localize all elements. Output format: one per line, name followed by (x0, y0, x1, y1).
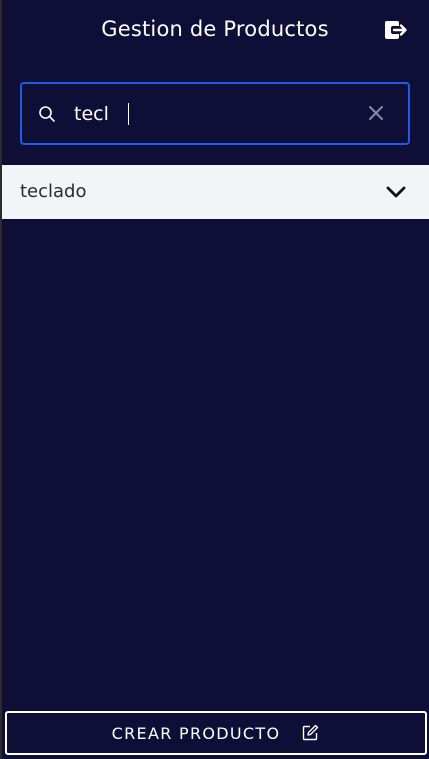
list-item[interactable]: teclado (2, 165, 429, 219)
page-title: Gestion de Productos (101, 17, 329, 41)
search-input[interactable] (74, 99, 344, 129)
close-icon (368, 105, 384, 125)
list-item-label: teclado (20, 181, 87, 202)
logout-icon (384, 19, 408, 45)
clear-search-button[interactable] (365, 104, 387, 126)
app-container: Gestion de Productos tecl teclado CREAR … (2, 0, 429, 759)
edit-icon (300, 723, 320, 743)
create-product-label: CREAR PRODUCTO (111, 723, 281, 743)
text-caret (128, 103, 129, 125)
create-product-button[interactable]: CREAR PRODUCTO (5, 711, 427, 755)
header: Gestion de Productos (2, 0, 429, 64)
chevron-down-icon[interactable] (384, 181, 408, 203)
logout-button[interactable] (383, 20, 409, 44)
search-icon (38, 105, 56, 123)
search-box (20, 82, 410, 145)
